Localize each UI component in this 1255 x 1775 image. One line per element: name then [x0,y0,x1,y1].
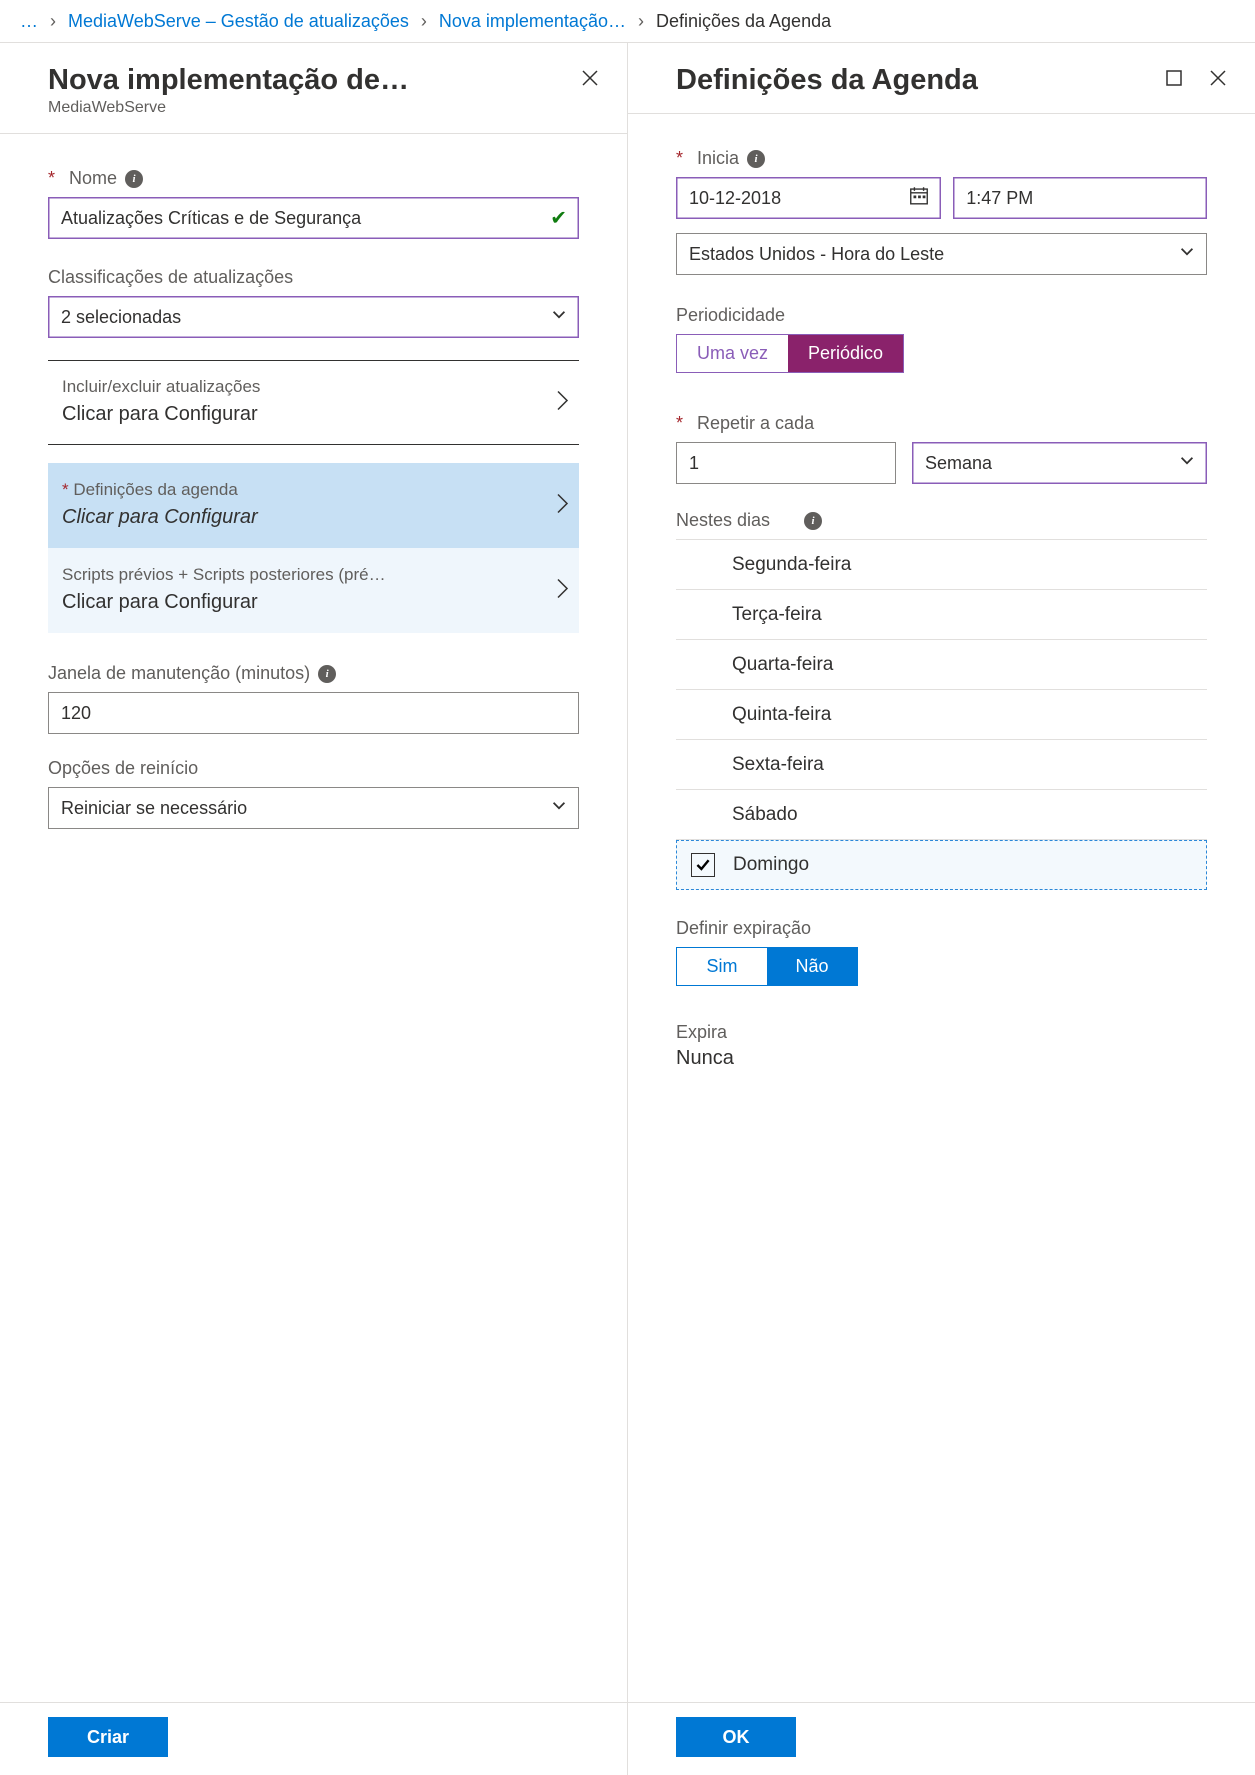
panel-deployment-subtitle: MediaWebServe [48,99,409,117]
breadcrumb-item-0[interactable]: MediaWebServe – Gestão de atualizações [68,11,409,32]
info-icon[interactable]: i [125,170,143,188]
scripts-row[interactable]: Scripts prévios + Scripts posteriores (p… [48,548,579,633]
panel-deployment-title: Nova implementação de… [48,63,409,97]
maximize-icon[interactable] [1161,65,1187,91]
check-icon: ✔ [550,206,567,231]
days-label: Nestes dias i [676,510,1207,531]
create-button[interactable]: Criar [48,1717,168,1757]
info-icon[interactable]: i [804,512,822,530]
chevron-down-icon [550,797,568,820]
panel-deployment: Nova implementação de… MediaWebServe *No… [0,43,628,1775]
maintenance-label: Janela de manutenção (minutos)i [48,663,579,684]
chevron-right-icon: › [421,11,427,32]
close-icon[interactable] [1205,65,1231,91]
restart-dropdown[interactable]: Reiniciar se necessário [48,787,579,829]
day-label: Terça-feira [732,604,822,626]
chevron-right-icon [555,491,569,520]
start-label: *Iniciai [676,148,1207,169]
day-row-0[interactable]: Segunda-feira [676,540,1207,590]
chevron-right-icon [555,388,569,417]
day-row-1[interactable]: Terça-feira [676,590,1207,640]
classifications-label: Classificações de atualizações [48,267,579,288]
panel-schedule-title: Definições da Agenda [676,63,978,97]
day-row-5[interactable]: Sábado [676,790,1207,840]
day-label: Segunda-feira [732,554,851,576]
day-row-4[interactable]: Sexta-feira [676,740,1207,790]
days-list: Segunda-feira Terça-feira Quarta-feira Quin… [676,539,1207,890]
expires-value: Nunca [676,1047,1207,1070]
maintenance-input[interactable]: 120 [48,692,579,734]
info-icon[interactable]: i [747,150,765,168]
breadcrumb-item-1[interactable]: Nova implementação… [439,11,626,32]
breadcrumb: … › MediaWebServe – Gestão de atualizaçõ… [0,0,1255,43]
expire-no[interactable]: Não [767,948,857,985]
calendar-icon [908,185,930,212]
start-date-input[interactable]: 10-12-2018 [676,177,941,219]
timezone-dropdown[interactable]: Estados Unidos - Hora do Leste [676,233,1207,275]
schedule-settings-row[interactable]: Definições da agenda Clicar para Configu… [48,463,579,548]
panel-schedule: Definições da Agenda *Iniciai 10-12-2018… [628,43,1255,1775]
checkbox-icon [691,853,715,877]
recur-every-input[interactable]: 1 [676,442,896,484]
ok-button[interactable]: OK [676,1717,796,1757]
periodicity-once[interactable]: Uma vez [677,335,788,372]
chevron-down-icon [1178,452,1196,475]
expire-toggle: Sim Não [676,947,858,986]
expire-label: Definir expiração [676,918,1207,939]
recur-unit-dropdown[interactable]: Semana [912,442,1207,484]
chevron-down-icon [550,306,568,329]
chevron-right-icon: › [50,11,56,32]
include-exclude-row[interactable]: Incluir/excluir atualizações Clicar para… [48,360,579,445]
day-label: Domingo [733,854,809,876]
day-label: Quinta-feira [732,704,831,726]
name-input[interactable]: Atualizações Críticas e de Segurança [48,197,579,239]
periodicity-label: Periodicidade [676,305,1207,326]
chevron-down-icon [1178,243,1196,266]
day-label: Sábado [732,804,798,826]
expires-field-label: Expira [676,1022,1207,1043]
chevron-right-icon [555,576,569,605]
breadcrumb-item-2: Definições da Agenda [656,11,831,32]
day-row-3[interactable]: Quinta-feira [676,690,1207,740]
periodicity-toggle: Uma vez Periódico [676,334,904,373]
expire-yes[interactable]: Sim [677,948,767,985]
recur-label: *Repetir a cada [676,413,1207,434]
name-label: *Nomei [48,168,579,189]
periodicity-recurring[interactable]: Periódico [788,335,903,372]
breadcrumb-ellipsis[interactable]: … [20,11,38,32]
day-row-2[interactable]: Quarta-feira [676,640,1207,690]
day-label: Quarta-feira [732,654,833,676]
close-icon[interactable] [577,65,603,91]
restart-label: Opções de reinício [48,758,579,779]
start-time-input[interactable]: 1:47 PM [953,177,1207,219]
classifications-dropdown[interactable]: 2 selecionadas [48,296,579,338]
chevron-right-icon: › [638,11,644,32]
day-row-6[interactable]: Domingo [676,840,1207,890]
info-icon[interactable]: i [318,665,336,683]
day-label: Sexta-feira [732,754,824,776]
